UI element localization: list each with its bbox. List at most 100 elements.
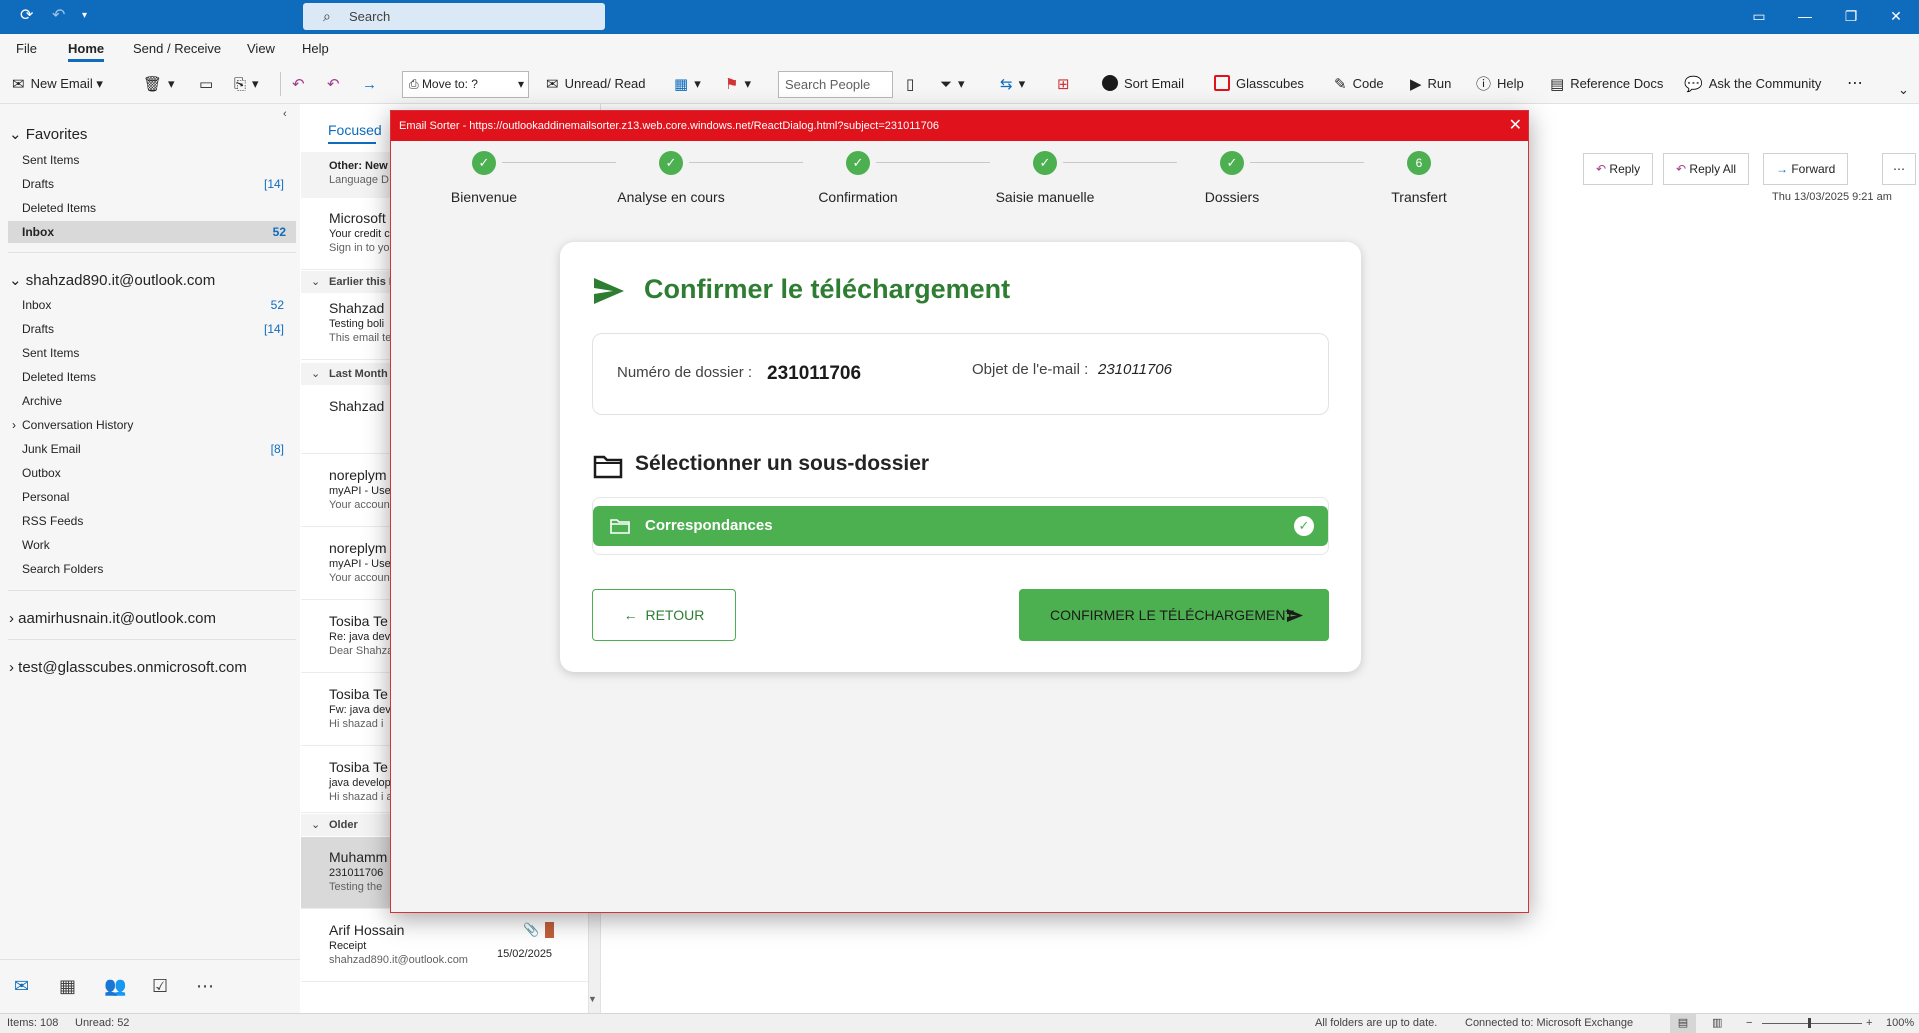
calendar-icon[interactable]: ▦: [59, 976, 76, 997]
address-book-button[interactable]: ▯: [906, 72, 920, 96]
translate-button[interactable]: ⇆ ▾: [1000, 72, 1025, 96]
customize-qat-icon[interactable]: ▾: [82, 8, 87, 24]
sync-icon[interactable]: ⟳: [20, 8, 33, 24]
run-button[interactable]: ▶ Run: [1410, 72, 1451, 96]
favorite-deleted-items[interactable]: Deleted Items: [22, 197, 294, 219]
favorite-sent-items[interactable]: Sent Items: [22, 149, 294, 171]
reply-all-button[interactable]: ↶: [327, 72, 346, 96]
folder-icon: [610, 519, 630, 534]
more-actions-button[interactable]: ⋯: [1882, 153, 1916, 185]
favorite-inbox[interactable]: Inbox 52: [8, 221, 296, 243]
forward-button[interactable]: → Forward: [1763, 153, 1849, 185]
zoom-slider-thumb[interactable]: [1808, 1018, 1811, 1028]
collapse-pane-icon[interactable]: ‹: [283, 108, 287, 120]
reply-button[interactable]: ↶ Reply: [1583, 153, 1654, 185]
separator: [280, 72, 281, 96]
step-confirmation: ✓ Confirmation: [773, 151, 943, 205]
people-icon[interactable]: 👥: [104, 976, 126, 997]
move-button[interactable]: ⎘ ▾: [234, 72, 259, 96]
add-ins-button[interactable]: ⊞: [1057, 72, 1076, 96]
step-number: 6: [1407, 151, 1431, 175]
undo-button[interactable]: ↶: [292, 72, 311, 96]
menu-home[interactable]: Home: [68, 41, 105, 62]
search-people-input[interactable]: Search People: [778, 71, 893, 98]
folder-drafts[interactable]: Drafts [14]: [22, 318, 294, 340]
minimize-button[interactable]: —: [1782, 0, 1828, 34]
account-header[interactable]: › aamirhusnain.it@outlook.com: [9, 610, 216, 627]
filter-button[interactable]: ⏷ ▾: [940, 72, 965, 96]
more-apps-icon[interactable]: ⋯: [196, 976, 214, 997]
menu-view[interactable]: View: [247, 41, 275, 56]
close-icon[interactable]: ✕: [1509, 111, 1522, 141]
chevron-down-icon: ⌄: [311, 276, 321, 288]
tasks-icon[interactable]: ☑: [152, 976, 168, 997]
move-to-dropdown[interactable]: ⎙ Move to: ? ▾: [402, 71, 529, 98]
menu-help[interactable]: Help: [302, 41, 329, 56]
mail-icon[interactable]: ✉: [14, 976, 29, 997]
folder-work[interactable]: Work: [22, 534, 294, 556]
folder-sent-items[interactable]: Sent Items: [22, 342, 294, 364]
confirm-upload-button[interactable]: CONFIRMER LE TÉLÉCHARGEMENT: [1019, 589, 1329, 641]
folder-rss-feeds[interactable]: RSS Feeds: [22, 510, 294, 532]
folder-junk-email[interactable]: Junk Email [8]: [22, 438, 294, 460]
folder-search-folders[interactable]: Search Folders: [22, 558, 294, 580]
flag-button[interactable]: ⚑ ▾: [725, 72, 751, 96]
forward-button[interactable]: →: [362, 72, 383, 96]
subfolder-option-selected[interactable]: Correspondances ✓: [593, 506, 1328, 546]
undo-icon[interactable]: ↶: [52, 8, 65, 24]
account-header[interactable]: › test@glasscubes.onmicrosoft.com: [9, 659, 247, 676]
ask-community-button[interactable]: 💬 Ask the Community: [1684, 72, 1821, 96]
menu-file[interactable]: File: [16, 41, 37, 56]
search-icon: ⌕: [323, 8, 331, 24]
search-input[interactable]: ⌕ Search: [303, 3, 605, 30]
favorites-header[interactable]: ⌄ Favorites: [9, 125, 87, 143]
restore-button[interactable]: ❐: [1828, 0, 1874, 34]
archive-icon: ▭: [199, 76, 214, 93]
reply-all-icon: ↶: [327, 76, 340, 93]
scroll-down-icon[interactable]: ▼: [588, 994, 597, 1004]
list-item[interactable]: Arif Hossain Receipt shahzad890.it@outlo…: [301, 910, 601, 982]
favorite-drafts[interactable]: Drafts [14]: [22, 173, 294, 195]
email-sorter-dialog: Email Sorter - https://outlookaddinemail…: [390, 110, 1529, 913]
docs-icon: ▤: [1550, 76, 1565, 93]
folder-conversation-history[interactable]: › Conversation History: [12, 414, 294, 436]
check-icon: ✓: [472, 151, 496, 175]
code-button[interactable]: ✎ Code: [1334, 72, 1384, 96]
glasscubes-button[interactable]: Glasscubes: [1214, 72, 1304, 96]
folder-archive[interactable]: Archive: [22, 390, 294, 412]
tab-focused[interactable]: Focused: [328, 122, 382, 138]
account-header[interactable]: ⌄ shahzad890.it@outlook.com: [9, 271, 215, 289]
help-button[interactable]: ⓘ Help: [1476, 72, 1524, 96]
check-icon: ✓: [1220, 151, 1244, 175]
folder-deleted-items[interactable]: Deleted Items: [22, 366, 294, 388]
menu-send-receive[interactable]: Send / Receive: [133, 41, 221, 56]
archive-button[interactable]: ▭: [199, 72, 219, 96]
info-box: Numéro de dossier : 231011706 Objet de l…: [592, 333, 1329, 415]
folder-pane: ‹ ⌄ Favorites Sent Items Drafts [14] Dele…: [0, 104, 300, 959]
collapse-ribbon-icon[interactable]: ⌄: [1898, 78, 1909, 102]
unread-read-button[interactable]: ✉ Unread/ Read: [546, 72, 646, 96]
forward-icon: →: [362, 76, 377, 93]
folder-personal[interactable]: Personal: [22, 486, 294, 508]
sort-email-button[interactable]: Sort Email: [1102, 72, 1184, 96]
reply-all-button[interactable]: ↶ Reply All: [1663, 153, 1750, 185]
back-button[interactable]: ← RETOUR: [592, 589, 736, 641]
categorize-button[interactable]: ▦ ▾: [674, 72, 701, 96]
folder-outbox[interactable]: Outbox: [22, 462, 294, 484]
sort-email-icon: [1102, 75, 1118, 91]
attachment-icon: 📎: [523, 922, 540, 937]
check-circle-icon: ✓: [1294, 516, 1314, 536]
zoom-slider[interactable]: [1762, 1023, 1862, 1024]
reference-docs-button[interactable]: ▤ Reference Docs: [1550, 72, 1663, 96]
ribbon-display-icon[interactable]: ▭: [1736, 0, 1782, 34]
folder-inbox[interactable]: Inbox 52: [22, 294, 294, 316]
normal-view-icon[interactable]: ▤: [1670, 1014, 1696, 1033]
title-bar: ⟳ ↶ ▾ ⌕ Search ▭ — ❐ ✕: [0, 0, 1919, 34]
zoom-in-icon[interactable]: +: [1866, 1014, 1872, 1033]
new-email-button[interactable]: ✉ New Email ▾: [12, 72, 103, 96]
more-options-icon[interactable]: ⋯: [1847, 72, 1863, 96]
delete-button[interactable]: 🗑 ▾: [143, 72, 175, 96]
close-window-button[interactable]: ✕: [1873, 0, 1919, 34]
zoom-out-icon[interactable]: −: [1746, 1014, 1752, 1033]
reading-view-icon[interactable]: ▥: [1712, 1014, 1722, 1033]
